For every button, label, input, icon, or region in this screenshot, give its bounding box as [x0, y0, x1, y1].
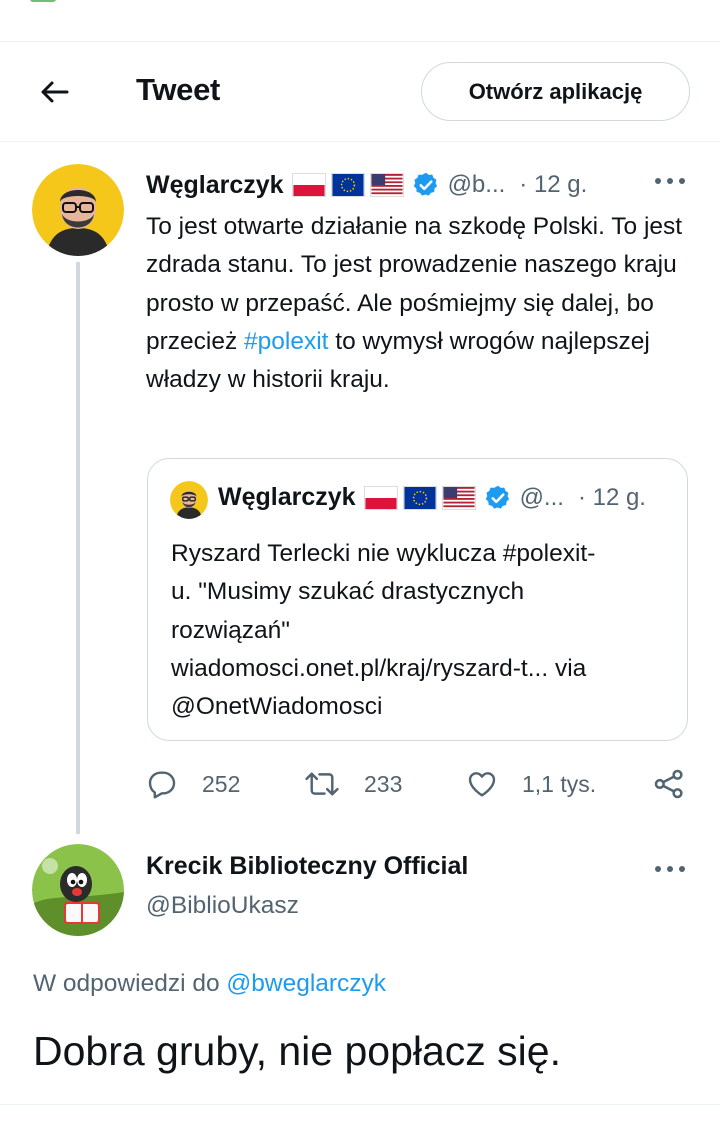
usa-flag-icon	[441, 485, 476, 510]
quoted-text-line: wiadomosci.onet.pl/kraj/ryszard-t... via	[171, 654, 587, 682]
author-name[interactable]: Węglarczyk	[146, 171, 284, 200]
reply-button[interactable]: 252	[146, 764, 240, 804]
verified-badge-icon	[413, 172, 437, 196]
share-button[interactable]	[652, 764, 710, 804]
retweet-count: 233	[364, 770, 403, 797]
reply-count: 252	[202, 770, 241, 797]
avatar-image	[32, 844, 124, 936]
author-handle[interactable]: @b...	[448, 171, 506, 199]
avatar-image	[170, 481, 208, 519]
tweet-text: To jest otwarte działanie na szkodę Pols…	[146, 208, 694, 399]
tweet-time[interactable]: · 12 g.	[519, 171, 587, 199]
tweet-header: Węglarczyk @b... · 12 g.	[146, 166, 587, 204]
in-reply-to: W odpowiedzi do @bweglarczyk	[33, 970, 386, 998]
status-indicator	[30, 0, 56, 2]
quoted-tweet-header: Węglarczyk @... · 12 g.	[218, 483, 646, 512]
reply-author-avatar[interactable]	[32, 844, 124, 936]
more-options-button[interactable]	[654, 172, 686, 190]
eu-flag-icon	[330, 173, 365, 197]
page-title: Tweet	[136, 72, 221, 107]
retweet-icon	[305, 772, 339, 796]
more-dots-icon	[655, 866, 685, 872]
verified-badge-icon	[485, 485, 509, 509]
eu-flag-icon	[402, 485, 437, 510]
status-bar	[0, 0, 720, 42]
quoted-author-avatar	[170, 481, 208, 519]
poland-flag-icon	[363, 485, 398, 510]
author-avatar[interactable]	[32, 164, 124, 256]
quoted-text-line: u. "Musimy szukać drastycznych	[171, 578, 525, 606]
like-count: 1,1 tys.	[522, 770, 597, 797]
reply-author-handle[interactable]: @BiblioUkasz	[146, 892, 299, 920]
avatar-image	[32, 164, 124, 256]
quoted-tweet-time: · 12 g.	[577, 483, 646, 511]
reply-text: Dobra gruby, nie popłacz się.	[33, 1028, 561, 1074]
retweet-button[interactable]: 233	[304, 764, 402, 804]
quoted-tweet[interactable]: Węglarczyk @... · 12 g. Ryszard Terlecki…	[147, 458, 688, 741]
thread-connector	[76, 262, 80, 834]
usa-flag-icon	[369, 173, 404, 197]
quoted-author-name: Węglarczyk	[218, 483, 356, 511]
heart-icon	[468, 772, 496, 797]
quoted-text-line: Ryszard Terlecki nie wyklucza #polexit-	[171, 540, 596, 567]
arrow-left-icon	[41, 81, 69, 103]
mention-link[interactable]: @bweglarczyk	[226, 970, 386, 997]
poland-flag-icon	[291, 173, 326, 197]
quoted-tweet-text: Ryszard Terlecki nie wyklucza #polexit- …	[171, 535, 671, 726]
top-app-bar: Tweet Otwórz aplikację	[0, 42, 720, 142]
in-reply-to-prefix: W odpowiedzi do	[33, 970, 227, 997]
quoted-text-line: rozwiązań"	[171, 616, 290, 644]
hashtag-link[interactable]: #polexit	[244, 328, 328, 355]
open-app-button[interactable]: Otwórz aplikację	[421, 62, 690, 121]
tweet-actions: 252 233 1,1 tys.	[146, 764, 696, 804]
more-dots-icon	[655, 178, 685, 184]
divider	[0, 1104, 720, 1105]
reply-bubble-icon	[148, 771, 176, 799]
like-button[interactable]: 1,1 tys.	[466, 764, 596, 804]
quoted-text-line: @OnetWiadomosci	[171, 693, 383, 721]
share-icon	[654, 769, 683, 799]
reply-author-name[interactable]: Krecik Biblioteczny Official	[146, 852, 468, 881]
quoted-author-handle: @...	[519, 483, 564, 511]
back-button[interactable]	[30, 70, 78, 114]
more-options-button[interactable]	[654, 860, 686, 878]
